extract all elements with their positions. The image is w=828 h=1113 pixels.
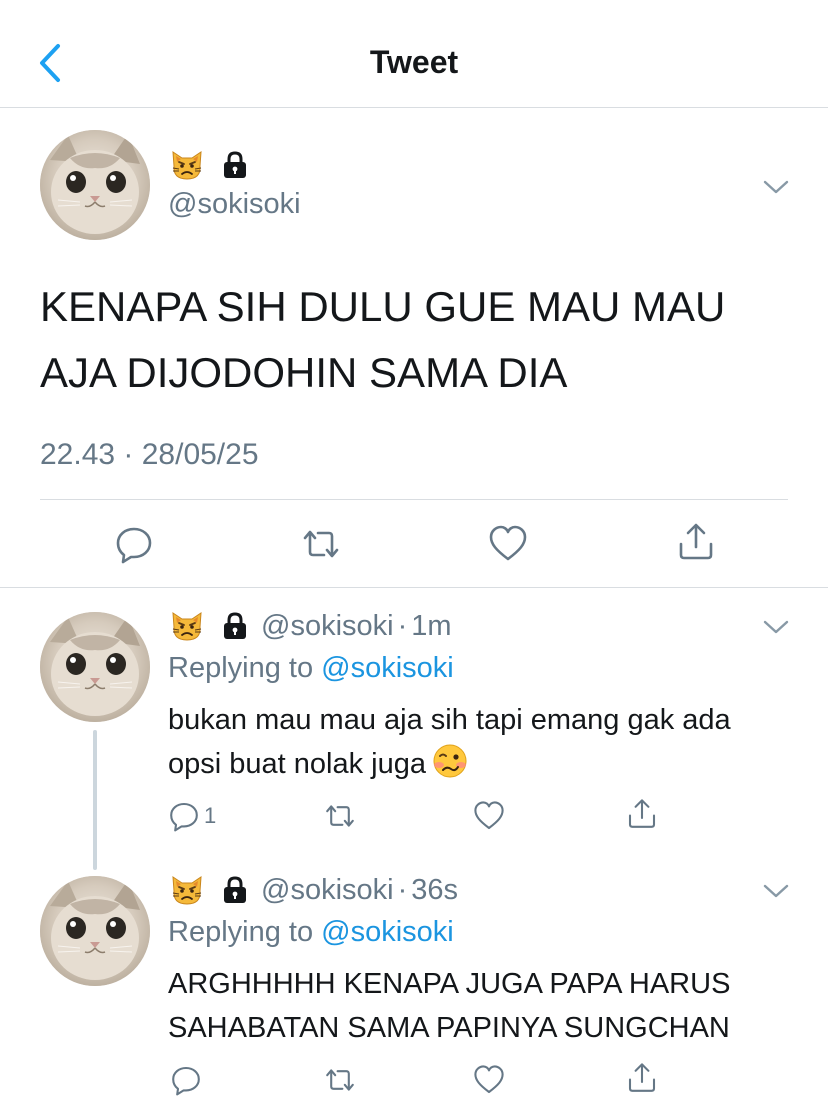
reply-count: 1 (204, 803, 217, 828)
avatar[interactable] (40, 876, 150, 986)
like-button[interactable] (488, 524, 528, 564)
like-button[interactable] (473, 1064, 505, 1096)
reply-time: 1m (411, 610, 452, 642)
meta-separator: · (397, 610, 408, 642)
replying-to: Replying to @sokisoki (168, 916, 454, 949)
retweet-button[interactable] (322, 800, 358, 832)
mention-link[interactable]: @sokisoki (321, 916, 454, 948)
reply-time: 36s (411, 874, 459, 906)
share-icon (626, 1062, 658, 1094)
avatar[interactable] (40, 130, 150, 240)
reply-text-line: SAHABATAN SAMA PAPINYA SUNGCHAN (168, 1012, 730, 1044)
replying-prefix: Replying to (168, 652, 314, 684)
meta-separator: · (397, 874, 408, 906)
reply-icon (168, 800, 200, 832)
chevron-down-icon[interactable] (762, 882, 790, 900)
avatar-cat-photo (40, 876, 150, 986)
author-handle[interactable]: @sokisoki (261, 610, 394, 642)
reply-text: bukan mau mau aja sih tapi emang gak ada… (168, 698, 731, 786)
page-title: Tweet (369, 44, 459, 80)
share-icon (676, 522, 716, 562)
like-icon (473, 1064, 505, 1096)
like-icon (488, 524, 528, 564)
chevron-down-icon[interactable] (762, 178, 790, 196)
divider (40, 499, 788, 500)
replying-to: Replying to @sokisoki (168, 652, 454, 685)
retweet-icon (322, 800, 358, 832)
lock-icon (221, 150, 249, 180)
navigation-bar: Tweet (0, 0, 828, 108)
reply-text: ARGHHHHH KENAPA JUGA PAPA HARUS SAHABATA… (168, 962, 730, 1050)
share-button[interactable] (626, 1062, 658, 1094)
reply-button[interactable] (114, 524, 154, 564)
lock-icon (221, 611, 249, 641)
pouting-cat-emoji (170, 873, 204, 907)
tweet-timestamp: 22.43 · 28/05/25 (40, 438, 259, 471)
avatar-cat-photo (40, 612, 150, 722)
lock-icon (221, 875, 249, 905)
reply-icon (170, 1064, 202, 1096)
share-button[interactable] (626, 798, 658, 830)
mention-link[interactable]: @sokisoki (321, 652, 454, 684)
retweet-icon (322, 1064, 358, 1096)
retweet-button[interactable] (322, 1064, 358, 1096)
reply-text-fragment: opsi buat nolak juga (168, 748, 426, 780)
author-handle[interactable]: @sokisoki (168, 188, 301, 221)
tweet-text: KENAPA SIH DULU GUE MAU MAU AJA DIJODOHI… (40, 283, 726, 396)
replying-prefix: Replying to (168, 916, 314, 948)
reply-text-line: bukan mau mau aja sih tapi emang gak ada (168, 704, 731, 736)
retweet-button[interactable] (299, 524, 343, 564)
pouting-cat-emoji (170, 148, 204, 182)
share-icon (626, 798, 658, 830)
divider (0, 587, 828, 588)
share-button[interactable] (676, 522, 716, 562)
pouting-cat-emoji (170, 609, 204, 643)
reply-meta: @sokisoki · 1m (261, 610, 452, 643)
avatar-cat-photo (40, 130, 150, 240)
reply-text-line: ARGHHHHH KENAPA JUGA PAPA HARUS (168, 968, 731, 1000)
reply-meta: @sokisoki · 36s (261, 874, 458, 907)
author-handle[interactable]: @sokisoki (261, 874, 394, 906)
reply-icon (114, 524, 154, 564)
reply-button[interactable]: 1 (168, 800, 216, 832)
chevron-down-icon[interactable] (762, 618, 790, 636)
reply-button[interactable] (170, 1064, 202, 1096)
like-button[interactable] (473, 800, 505, 832)
like-icon (473, 800, 505, 832)
thread-connector (93, 730, 97, 870)
avatar[interactable] (40, 612, 150, 722)
retweet-icon (299, 524, 343, 564)
reply-text-line: opsi buat nolak juga (168, 742, 731, 786)
woozy-face-emoji (433, 744, 467, 778)
